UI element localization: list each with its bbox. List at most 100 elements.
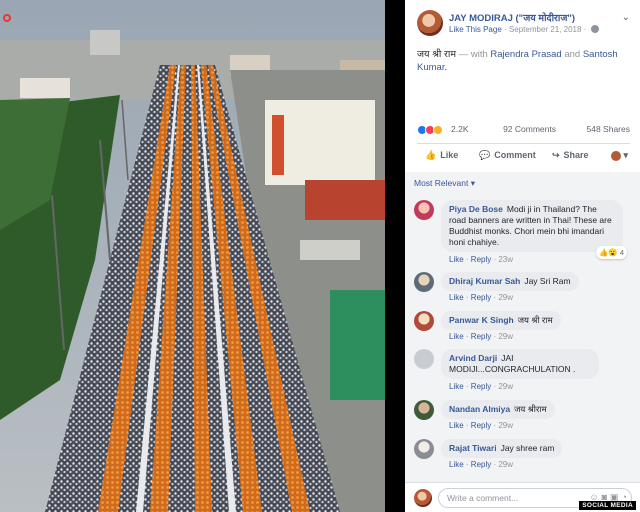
meta-separator-2: · (583, 25, 587, 34)
comment-footer: Like · Reply · 29w (449, 421, 514, 430)
comment-like-link[interactable]: Like (449, 293, 464, 302)
page-name-link[interactable]: JAY MODIRAJ ("जय मोदीराज") (449, 11, 575, 24)
post-header: JAY MODIRAJ ("जय मोदीराज") Like This Pag… (405, 0, 640, 40)
comment-reply-link[interactable]: Reply (471, 460, 491, 469)
comment-bubble: Nandan Almiya जय श्रीराम (441, 400, 555, 419)
like-page-link[interactable]: Like This Page (449, 25, 502, 34)
post-actions: 👍 Like 💬 Comment ↪ Share ▾ (417, 148, 630, 166)
reaction-icons[interactable] (417, 124, 443, 135)
comment-like-link[interactable]: Like (449, 332, 464, 341)
watermark-label: SOCIAL MEDIA (579, 501, 636, 510)
post-side-panel: JAY MODIRAJ ("जय मोदीराज") Like This Pag… (405, 0, 640, 512)
post-caption: जय श्री राम — with Rajendra Prasad and S… (405, 40, 640, 74)
comment-reply-link[interactable]: Reply (471, 255, 491, 264)
chevron-down-icon: ▾ (623, 150, 628, 160)
comment-item: Rajat Tiwari Jay shree ram Like · Reply ·… (414, 439, 632, 475)
comment-bubble: Rajat Tiwari Jay shree ram (441, 439, 563, 458)
comment-item: Arvind Darji JAI MODIJI...CONGRACHULATION… (414, 349, 632, 397)
post-date[interactable]: September 21, 2018 (509, 25, 582, 34)
page-avatar[interactable] (417, 10, 443, 36)
comment-time[interactable]: 29w (498, 460, 513, 469)
comment-input-placeholder: Write a comment... (447, 493, 519, 503)
share-icon: ↪ (552, 150, 560, 160)
comment-text: Jay Sri Ram (524, 276, 571, 286)
reaction-selector-button[interactable]: ▾ (610, 150, 628, 161)
comment-time[interactable]: 23w (498, 255, 513, 264)
share-button[interactable]: ↪ Share (552, 150, 589, 161)
aerial-crowd-image (0, 0, 385, 512)
commenter-name[interactable]: Nandan Almiya (449, 404, 510, 414)
comment-footer: Like · Reply · 29w (449, 332, 514, 341)
with-text: — with (458, 49, 488, 60)
share-label: Share (563, 150, 589, 160)
comment-label: Comment (494, 150, 536, 160)
comments-count[interactable]: 92 Comments (503, 124, 556, 134)
comment-bubble: Arvind Darji JAI MODIJI...CONGRACHULATION… (441, 349, 599, 379)
comment-text: जय श्रीराम (514, 404, 547, 414)
comment-footer: Like · Reply · 23w (449, 255, 514, 264)
commenter-avatar[interactable] (414, 200, 434, 220)
comment-reply-link[interactable]: Reply (471, 293, 491, 302)
post-meta: Like This Page · September 21, 2018 · (449, 25, 599, 34)
comment-time[interactable]: 29w (498, 293, 513, 302)
commenter-avatar[interactable] (414, 349, 434, 369)
screenshot-root: JAY MODIRAJ ("जय मोदीराज") Like This Pag… (0, 0, 640, 512)
comment-item: Nandan Almiya जय श्रीराम Like · Reply · 2… (414, 400, 632, 436)
comment-like-link[interactable]: Like (449, 382, 464, 391)
comment-bubble: Panwar K Singh जय श्री राम (441, 311, 561, 330)
comment-reply-link[interactable]: Reply (471, 421, 491, 430)
globe-icon (590, 25, 599, 33)
comment-reaction-count: 4 (619, 248, 624, 257)
commenter-avatar[interactable] (414, 272, 434, 292)
comment-text: जय श्री राम (517, 315, 553, 325)
commenter-name[interactable]: Piya De Bose (449, 204, 503, 214)
caption-end: . (444, 62, 448, 73)
comment-bubble: Dhiraj Kumar Sah Jay Sri Ram (441, 272, 579, 291)
comment-icon: 💬 (479, 150, 491, 160)
mini-avatar (610, 150, 621, 161)
commenter-avatar[interactable] (414, 311, 434, 331)
comment-reply-link[interactable]: Reply (471, 332, 491, 341)
commenter-name[interactable]: Panwar K Singh (449, 315, 514, 325)
reaction-count[interactable]: 2.2K (451, 124, 469, 134)
and-text: and (564, 49, 581, 60)
comment-time[interactable]: 29w (498, 382, 513, 391)
comment-sort-dropdown[interactable]: Most Relevant ▾ (414, 178, 475, 189)
commenter-name[interactable]: Rajat Tiwari (449, 443, 497, 453)
wow-reaction-icon (433, 124, 443, 135)
comment-time[interactable]: 29w (498, 421, 513, 430)
comments-section: Most Relevant ▾ Piya De Bose Modi ji in T… (405, 172, 640, 482)
comment-reply-link[interactable]: Reply (471, 382, 491, 391)
commenter-name[interactable]: Arvind Darji (449, 353, 497, 363)
comment-item: Panwar K Singh जय श्री राम Like · Reply ·… (414, 311, 632, 347)
comment-like-link[interactable]: Like (449, 460, 464, 469)
comment-button[interactable]: 💬 Comment (479, 150, 536, 161)
like-button[interactable]: 👍 Like (425, 150, 458, 161)
comment-reaction-badge[interactable]: 👍😮 4 (596, 246, 627, 259)
commenter-avatar[interactable] (414, 439, 434, 459)
comment-text: Jay shree ram (500, 443, 555, 453)
comment-bubble: Piya De Bose Modi ji in Thailand? The roa… (441, 200, 627, 259)
comment-footer: Like · Reply · 29w (449, 293, 514, 302)
current-user-avatar (414, 489, 432, 507)
photo-corner-mark (3, 14, 11, 22)
comment-like-link[interactable]: Like (449, 421, 464, 430)
tagged-user-1[interactable]: Rajendra Prasad (490, 49, 561, 60)
comment-footer: Like · Reply · 29w (449, 460, 514, 469)
comment-item: Dhiraj Kumar Sah Jay Sri Ram Like · Reply… (414, 272, 632, 308)
post-text: जय श्री राम (417, 49, 457, 60)
commenter-avatar[interactable] (414, 400, 434, 420)
comment-item: Piya De Bose Modi ji in Thailand? The roa… (414, 200, 632, 270)
shares-count[interactable]: 548 Shares (587, 124, 630, 134)
comment-time[interactable]: 29w (498, 332, 513, 341)
comment-like-link[interactable]: Like (449, 255, 464, 264)
comment-footer: Like · Reply · 29w (449, 382, 514, 391)
commenter-name[interactable]: Dhiraj Kumar Sah (449, 276, 520, 286)
divider (417, 143, 630, 144)
post-options-chevron-icon[interactable]: ⌄ (622, 12, 630, 23)
like-label: Like (440, 150, 459, 160)
post-stats: 2.2K 92 Comments 548 Shares (417, 124, 630, 138)
thumbs-up-icon: 👍 (425, 150, 437, 160)
meta-separator: · (504, 25, 507, 34)
post-photo[interactable] (0, 0, 385, 512)
